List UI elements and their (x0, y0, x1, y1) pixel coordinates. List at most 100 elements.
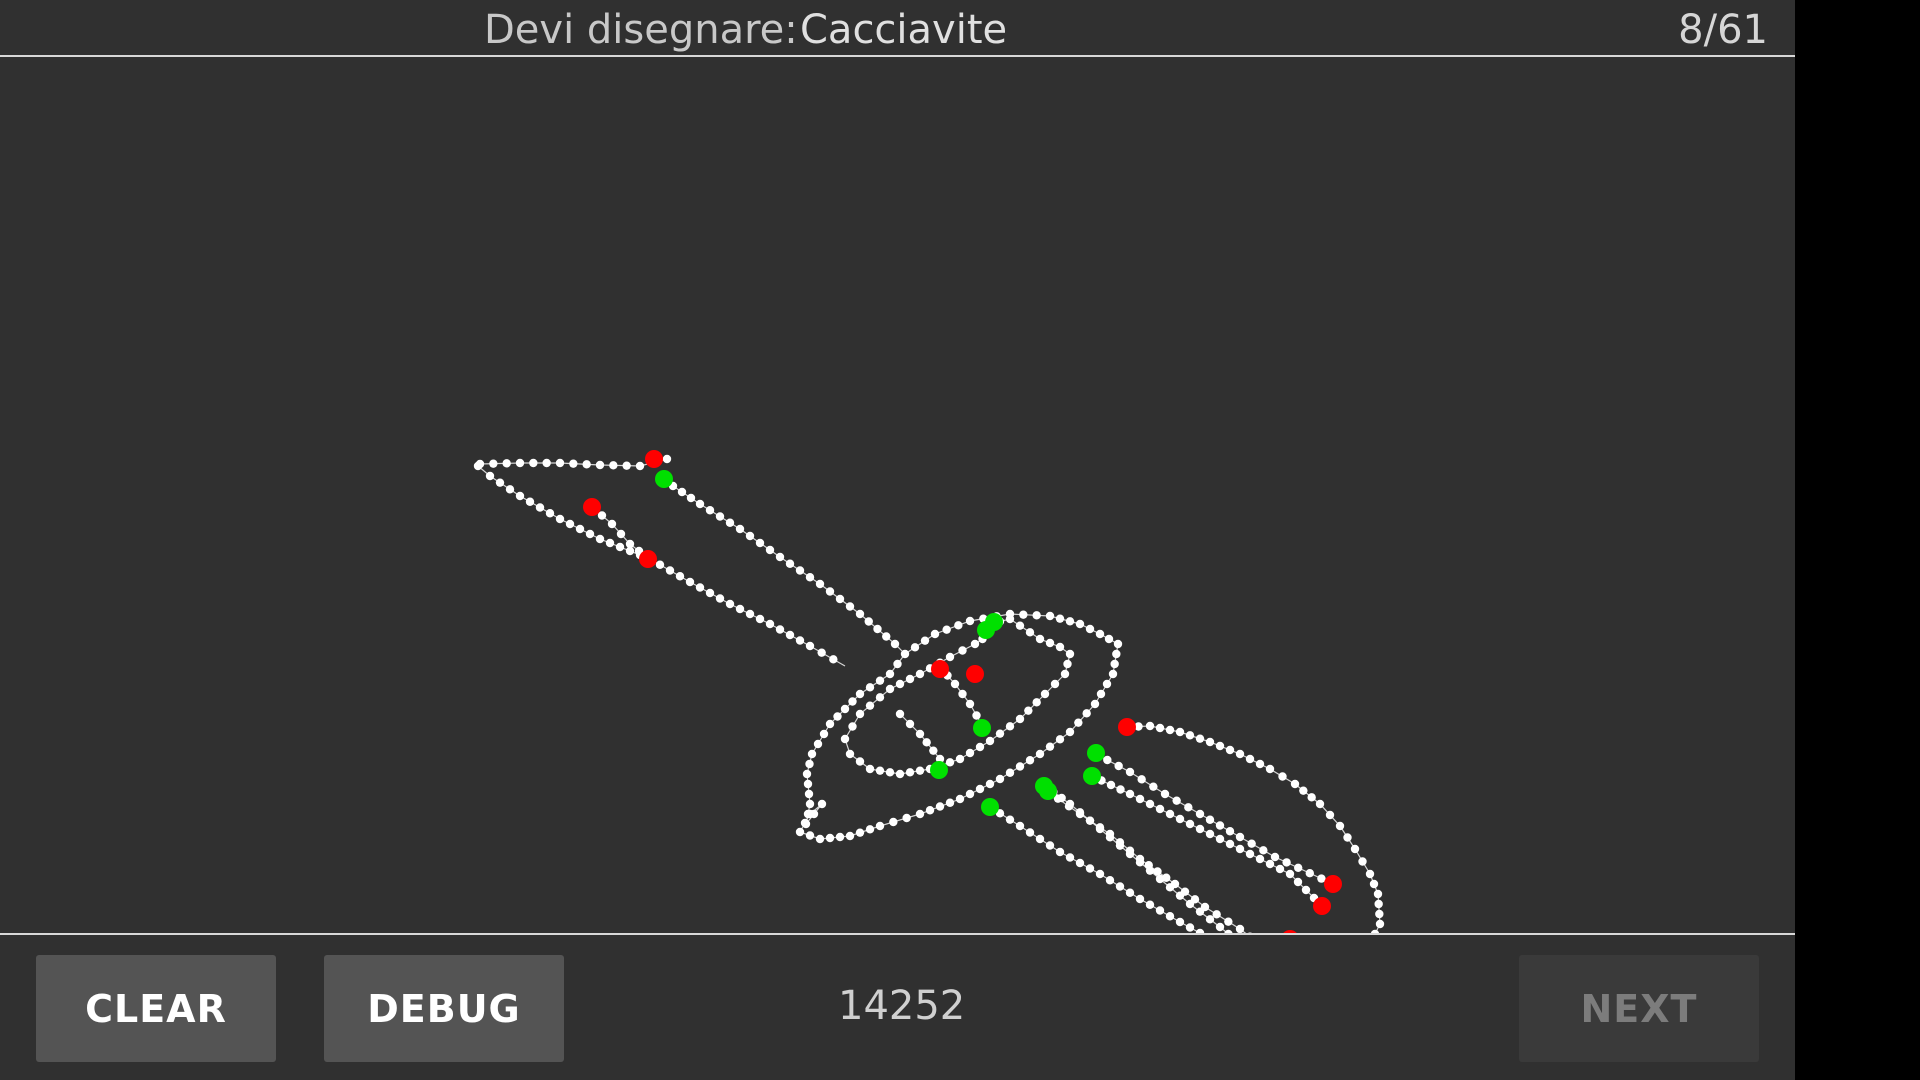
stroke-point (555, 458, 565, 468)
stroke-point (935, 802, 945, 811)
stroke-point (1110, 659, 1119, 669)
stroke-point (895, 709, 905, 719)
stroke-end-marker (645, 450, 663, 468)
stroke-point (1015, 621, 1025, 630)
stroke-point (950, 679, 960, 689)
stroke-point (965, 616, 975, 626)
stroke-point (755, 614, 765, 624)
stroke-point (495, 478, 505, 487)
stroke-point (1225, 839, 1235, 849)
stroke-point (695, 499, 705, 509)
stroke-point (1375, 919, 1385, 929)
stroke-point (695, 583, 705, 592)
stroke-point (1085, 864, 1095, 873)
stroke-point (655, 560, 665, 569)
next-button[interactable]: NEXT (1519, 955, 1759, 1062)
stroke-point (1075, 858, 1085, 868)
stroke-point (1082, 709, 1091, 718)
stroke-point (955, 754, 965, 764)
stroke-point (1275, 864, 1285, 874)
stroke-point (825, 719, 835, 729)
stroke-point (845, 831, 855, 841)
score-value: 14252 (838, 983, 966, 1029)
stroke-point (595, 534, 605, 544)
stroke-point (1005, 614, 1015, 624)
stroke-point (1305, 869, 1315, 878)
stroke-point (607, 519, 617, 529)
stroke-point (1032, 611, 1041, 620)
stroke-point (1205, 737, 1215, 747)
stroke-point (755, 538, 765, 548)
stroke-point (705, 588, 715, 598)
stroke-point (958, 646, 967, 655)
stroke-point (815, 834, 825, 844)
stroke-point (801, 819, 811, 829)
stroke-point (1245, 754, 1255, 764)
stroke-point (1215, 922, 1225, 932)
stroke-point (1215, 834, 1225, 844)
stroke-point (922, 738, 931, 747)
stroke-point (1373, 889, 1383, 899)
stroke-point (1065, 649, 1075, 659)
stroke-point (502, 459, 511, 468)
stroke-point (625, 539, 635, 549)
stroke-point (1106, 780, 1116, 790)
stroke-point (1160, 789, 1170, 799)
stroke-point (1095, 629, 1105, 639)
stroke-point (1125, 789, 1135, 799)
stroke-point (1085, 816, 1095, 825)
stroke-point (802, 769, 812, 779)
stroke-point (525, 497, 535, 506)
stroke-point (813, 739, 823, 749)
stroke-point (1075, 808, 1085, 817)
stroke-point (1205, 815, 1215, 824)
debug-button[interactable]: DEBUG (324, 955, 564, 1062)
stroke-point (1155, 723, 1165, 733)
stroke-point (795, 566, 805, 575)
stroke-point (1035, 634, 1045, 644)
stroke-point (905, 719, 915, 729)
stroke-point (1063, 659, 1072, 669)
stroke-point (1095, 824, 1105, 834)
stroke-point (1165, 912, 1175, 921)
clear-button[interactable]: CLEAR (36, 955, 276, 1062)
stroke-point (1065, 617, 1075, 626)
stroke-point (905, 768, 915, 777)
stroke-point (1205, 915, 1215, 924)
stroke-point (1185, 899, 1195, 909)
stroke-point (1265, 764, 1275, 774)
stroke-point (902, 813, 911, 823)
stroke-point (1290, 779, 1300, 789)
stroke-point (616, 529, 626, 539)
stroke-point (848, 697, 857, 706)
stroke-point (930, 629, 940, 639)
stroke-point (929, 746, 938, 755)
stroke-point (825, 833, 835, 843)
stroke-point (1057, 793, 1066, 803)
stroke-point (795, 827, 805, 837)
stroke-point (805, 573, 815, 582)
stroke-point (1215, 741, 1225, 751)
stroke-point (1215, 821, 1225, 830)
stroke-point (1135, 894, 1145, 904)
stroke-point (1293, 877, 1303, 887)
stroke-point (873, 624, 882, 634)
drawing-canvas[interactable] (0, 57, 1795, 933)
stroke-point (975, 742, 985, 752)
stroke-point (1135, 794, 1145, 804)
stroke-point (1265, 859, 1275, 869)
stroke-point (1235, 749, 1245, 759)
stroke-point (1255, 854, 1265, 864)
stroke-point (1301, 885, 1311, 895)
stroke-point (1195, 734, 1205, 743)
stroke-point (1365, 869, 1375, 879)
stroke-point (1145, 900, 1155, 909)
stroke-point (895, 769, 905, 779)
stroke-point (1113, 639, 1123, 649)
stroke-point (1247, 839, 1256, 848)
stroke-point (1055, 735, 1065, 744)
stroke-point (995, 729, 1005, 738)
stroke-point (725, 599, 735, 609)
stroke-end-marker (639, 550, 657, 568)
sketch-stroke (477, 458, 668, 560)
